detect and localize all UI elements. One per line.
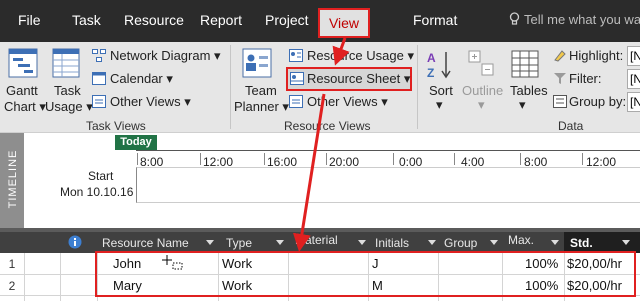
arrow-resource-sheet-to-grid [292,93,326,252]
annotation-arrows [292,37,350,252]
arrow-view-to-resource-sheet [332,37,350,66]
